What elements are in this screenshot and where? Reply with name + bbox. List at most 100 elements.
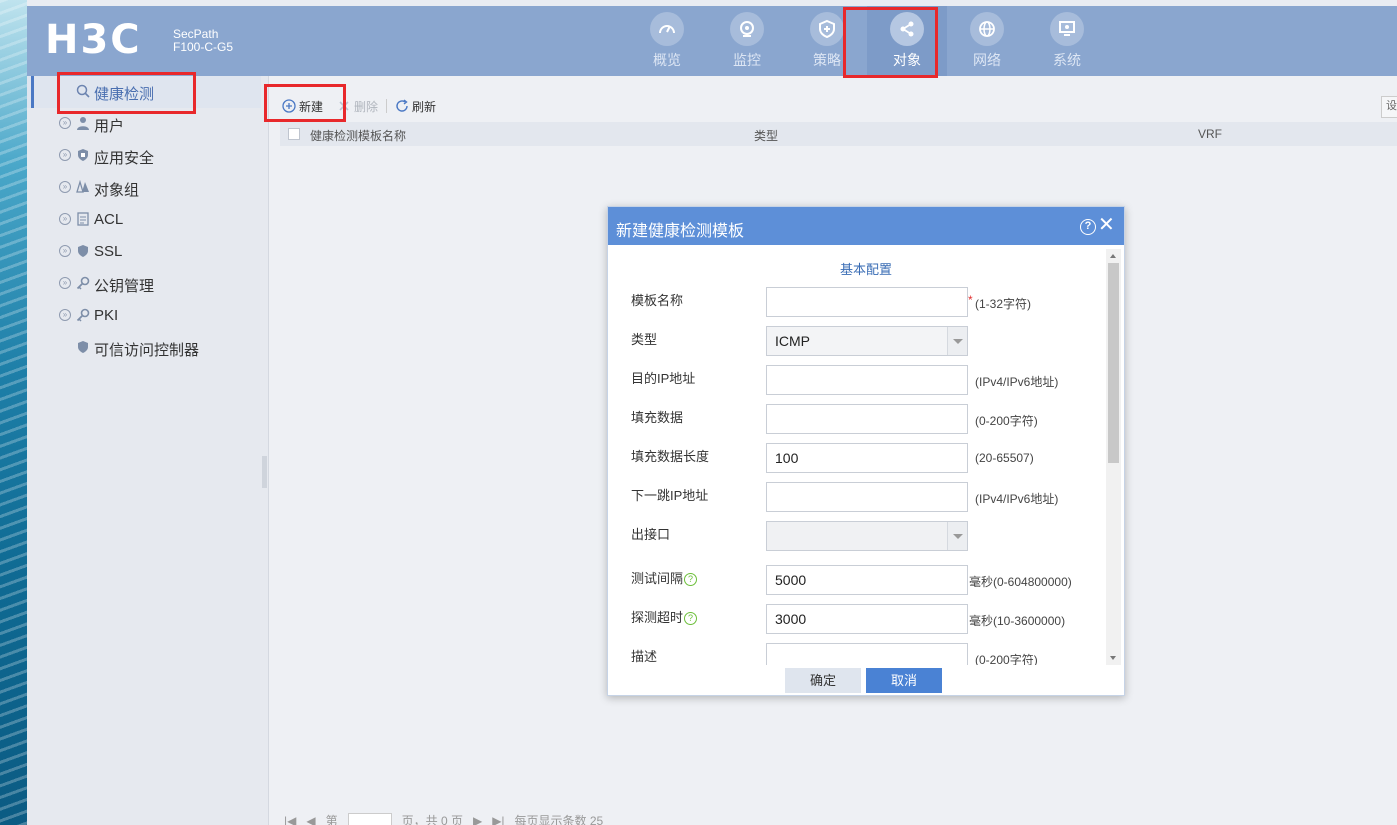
shield-icon [78,245,88,257]
select-all-checkbox[interactable] [288,128,300,140]
sidebar: 健康检测 » 用户 » 应用安全 » 对象组 » ACL » SSL » 公钥管… [27,76,261,825]
field-row-interval: 测试间隔? 5000 毫秒(0-604800000) [608,565,1106,595]
sidebar-item-pki[interactable]: » PKI [27,300,261,332]
ok-button[interactable]: 确定 [785,668,861,693]
template-name-input[interactable] [766,287,968,317]
required-mark: * [968,293,973,307]
column-header-template-name[interactable]: 健康检测模板名称 [310,127,406,144]
sidebar-item-label: ACL [94,211,124,228]
nav-monitor[interactable]: 监控 [707,6,787,76]
sidebar-selection-bar [31,76,34,108]
expand-icon[interactable]: » [59,309,71,321]
fill-length-input[interactable]: 100 [766,443,968,473]
scroll-up-icon[interactable] [1106,249,1121,263]
sidebar-item-trusted-access-controller[interactable]: 可信访问控制器 [27,332,261,364]
dialog-body: 基本配置 模板名称 * (1-32字符) 类型 ICMP 目的IP地址 (IPv… [608,245,1106,665]
shield-icon [810,12,844,46]
field-hint: (IPv4/IPv6地址) [975,492,1059,506]
delete-button[interactable]: 删除 [337,98,378,115]
field-row-fill-data: 填充数据 (0-200字符) [608,404,1106,434]
field-hint: (1-32字符) [975,297,1032,311]
sidebar-item-ssl[interactable]: » SSL [27,236,261,268]
field-row-template-name: 模板名称 * (1-32字符) [608,287,1106,317]
expand-icon[interactable]: » [59,181,71,193]
globe-icon [970,12,1004,46]
scroll-thumb[interactable] [1108,263,1119,463]
help-icon[interactable]: ? [1080,219,1096,235]
field-row-next-hop: 下一跳IP地址 (IPv4/IPv6地址) [608,482,1106,512]
sidebar-item-app-security[interactable]: » 应用安全 [27,140,261,172]
chevron-down-icon[interactable] [947,327,967,355]
out-interface-select[interactable] [766,521,968,551]
help-icon[interactable]: ? [684,573,698,586]
new-health-check-template-dialog: 新建健康检测模板 ? ✕ 基本配置 模板名称 * (1-32字符) 类型 ICM… [607,206,1125,696]
first-page-icon[interactable]: |◀ [284,814,296,825]
splitter-grip[interactable] [262,456,267,488]
description-input[interactable] [766,643,968,665]
next-hop-ip-input[interactable] [766,482,968,512]
next-page-icon[interactable]: ▶ [473,814,482,825]
field-label: 下一跳IP地址 [631,488,709,503]
expand-icon[interactable]: » [59,245,71,257]
expand-icon[interactable]: » [59,213,71,225]
chevron-down-icon[interactable] [947,522,967,550]
dest-ip-input[interactable] [766,365,968,395]
user-icon [77,117,89,130]
delete-button-label: 删除 [354,99,379,114]
cancel-button[interactable]: 取消 [866,668,942,693]
top-header: H3C SecPath F100-C-G5 概览 监控 策略 对象 网络 系统 [27,6,1397,76]
sidebar-item-object-group[interactable]: » 对象组 [27,172,261,204]
dialog-title-bar[interactable]: 新建健康检测模板 ? ✕ [608,207,1124,245]
timeout-unit: 毫秒 [969,614,994,628]
field-hint: (0-200字符) [975,653,1038,665]
field-hint: (0-200字符) [975,414,1038,428]
nav-policy[interactable]: 策略 [787,6,867,76]
interval-input[interactable]: 5000 [766,565,968,595]
page-number-input[interactable] [347,812,392,825]
sidebar-item-user[interactable]: » 用户 [27,108,261,140]
timeout-input[interactable]: 3000 [766,604,968,634]
expand-icon[interactable]: » [59,117,71,129]
key-icon [76,308,90,322]
nav-system[interactable]: 系统 [1027,6,1107,76]
fill-data-input[interactable] [766,404,968,434]
pager-total-label: 页，共 0 页 [401,814,463,825]
field-label: 出接口 [631,527,671,542]
field-hint: (IPv4/IPv6地址) [975,375,1059,389]
prev-page-icon[interactable]: ◀ [306,814,315,825]
nav-object[interactable]: 对象 [867,6,947,76]
type-select[interactable]: ICMP [766,326,968,356]
sidebar-item-label: 用户 [94,118,125,135]
pager-page-label: 第 [325,814,338,825]
sidebar-item-health-check[interactable]: 健康检测 [27,76,261,108]
field-label: 描述 [631,649,658,664]
expand-icon[interactable]: » [59,277,71,289]
new-button[interactable]: 新建 [282,98,323,115]
field-label: 填充数据长度 [631,449,710,464]
nav-policy-label: 策略 [813,52,841,68]
sidebar-item-label: PKI [94,307,119,324]
timeout-hint: (10-3600000) [993,614,1066,628]
sidebar-splitter[interactable] [261,76,269,825]
dialog-title: 新建健康检测模板 [616,223,745,240]
close-icon[interactable]: ✕ [1098,215,1115,235]
scroll-down-icon[interactable] [1106,651,1121,665]
dialog-scrollbar[interactable] [1106,249,1121,665]
column-header-type[interactable]: 类型 [754,127,778,144]
help-icon[interactable]: ? [684,612,698,625]
expand-icon[interactable]: » [59,149,71,161]
field-row-type: 类型 ICMP [608,326,1106,356]
sidebar-item-label: 可信访问控制器 [94,342,200,359]
column-header-vrf[interactable]: VRF [1198,127,1222,141]
type-select-value: ICMP [775,333,810,349]
sidebar-item-label: SSL [94,243,123,260]
field-row-description: 描述 (0-200字符) [608,643,1106,665]
sidebar-item-acl[interactable]: » ACL [27,204,261,236]
nav-network[interactable]: 网络 [947,6,1027,76]
toolbar-divider [386,99,388,113]
last-page-icon[interactable]: ▶| [492,814,504,825]
settings-button[interactable]: 设 [1381,96,1397,118]
sidebar-item-public-key[interactable]: » 公钥管理 [27,268,261,300]
refresh-button[interactable]: 刷新 [395,98,436,115]
nav-overview[interactable]: 概览 [627,6,707,76]
